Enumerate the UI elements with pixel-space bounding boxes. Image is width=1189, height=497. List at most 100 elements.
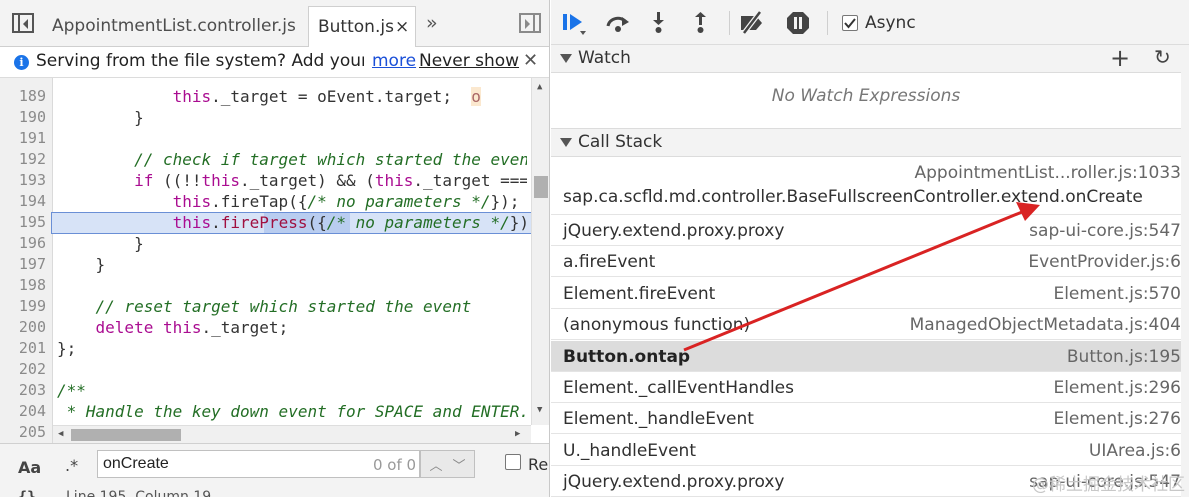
call-frame-location[interactable]: ManagedObjectMetadata.js:404 xyxy=(910,315,1181,335)
editor-tab-bar: AppointmentList.controller.js Button.js … xyxy=(0,0,549,47)
regex-button[interactable]: .* xyxy=(65,456,78,475)
line-number[interactable]: 205 xyxy=(0,422,46,443)
call-frame[interactable]: jQuery.extend.proxy.proxy sap-ui-core.js:… xyxy=(551,215,1181,246)
expand-triangle-icon[interactable] xyxy=(560,138,572,147)
call-frame[interactable]: sap.ca.scfld.md.controller.BaseFullscree… xyxy=(551,160,1181,215)
debugger-sidebar: Async Watch + ↻ No Watch Expressions Cal… xyxy=(551,0,1189,497)
line-number[interactable]: 198 xyxy=(0,275,46,296)
toggle-debugger-icon[interactable] xyxy=(519,13,541,33)
tab-appointmentlist-controller[interactable]: AppointmentList.controller.js xyxy=(40,6,308,47)
regex-checkbox-label: Re xyxy=(528,455,549,474)
sidebar-scrollbar[interactable] xyxy=(1181,46,1189,497)
code-line: } xyxy=(57,255,106,274)
code-line: * Handle the key down event for SPACE an… xyxy=(57,402,527,421)
call-frame[interactable]: a.fireEvent EventProvider.js:6 xyxy=(551,246,1181,278)
more-tabs-icon[interactable]: » xyxy=(426,12,438,34)
call-frame-location[interactable]: sap-ui-core.js:547 xyxy=(1029,221,1181,241)
line-number[interactable]: 202 xyxy=(0,359,46,380)
call-frame-location[interactable]: EventProvider.js:6 xyxy=(1028,252,1181,272)
code-line: } xyxy=(57,108,144,127)
search-next-icon[interactable]: ﹀ xyxy=(449,455,469,474)
line-number[interactable]: 194 xyxy=(0,191,46,212)
vertical-scrollbar[interactable]: ▲ ▼ xyxy=(531,78,549,425)
line-number[interactable]: 204 xyxy=(0,401,46,422)
line-number[interactable]: 192 xyxy=(0,149,46,170)
code-line: this.firePress({/* no parameters */}); xyxy=(172,213,527,232)
line-number[interactable]: 190 xyxy=(0,107,46,128)
line-number[interactable]: 201 xyxy=(0,338,46,359)
call-frame[interactable]: Element._handleEvent Element.js:276 xyxy=(551,403,1181,435)
line-number[interactable]: 197 xyxy=(0,254,46,275)
call-frame-location[interactable]: UIArea.js:6 xyxy=(1089,441,1181,461)
infobar-text: Serving from the file system? Add your f… xyxy=(36,51,364,71)
line-number[interactable]: 195 xyxy=(0,212,46,233)
call-frame[interactable]: U._handleEvent UIArea.js:6 xyxy=(551,435,1181,466)
call-frame[interactable]: Element._callEventHandles Element.js:296 xyxy=(551,372,1181,403)
match-case-button[interactable]: Aa xyxy=(18,458,41,477)
close-infobar-icon[interactable]: ✕ xyxy=(523,50,538,71)
scroll-up-icon[interactable]: ▲ xyxy=(537,82,542,92)
sources-panel: AppointmentList.controller.js Button.js … xyxy=(0,0,550,497)
step-into-icon[interactable] xyxy=(645,10,673,36)
call-frame-function: Element._callEventHandles xyxy=(563,378,795,398)
scrollbar-thumb[interactable] xyxy=(534,176,548,198)
call-frame[interactable]: Element.fireEvent Element.js:570 xyxy=(551,278,1181,309)
call-frame-location[interactable]: Button.js:195 xyxy=(1067,347,1181,367)
line-number[interactable]: 189 xyxy=(0,86,46,107)
horizontal-scrollbar[interactable]: ◀ ▶ xyxy=(53,425,531,443)
call-frame[interactable]: Button.ontap Button.js:195 xyxy=(551,340,1181,372)
pretty-print-icon[interactable]: {} xyxy=(18,488,36,497)
code-line: delete this._target; xyxy=(95,318,289,337)
watch-empty-text: No Watch Expressions xyxy=(771,86,961,106)
code-line: } xyxy=(57,234,144,253)
tab-label: AppointmentList.controller.js xyxy=(52,16,296,36)
call-frame-function: Element.fireEvent xyxy=(563,283,716,304)
scroll-left-icon[interactable]: ◀ xyxy=(58,429,63,439)
line-number[interactable]: 200 xyxy=(0,317,46,338)
info-icon: i xyxy=(14,55,29,70)
scroll-down-icon[interactable]: ▼ xyxy=(537,405,542,415)
step-over-icon[interactable] xyxy=(604,10,632,36)
pause-on-exceptions-icon[interactable] xyxy=(784,10,812,36)
search-input[interactable] xyxy=(97,450,420,478)
call-frame-function: jQuery.extend.proxy.proxy xyxy=(563,221,785,241)
line-number[interactable]: 191 xyxy=(0,128,46,149)
line-number[interactable]: 196 xyxy=(0,233,46,254)
close-tab-icon[interactable]: × xyxy=(395,7,409,47)
call-stack-section-header[interactable]: Call Stack xyxy=(551,128,1189,157)
call-frame-function: U._handleEvent xyxy=(563,440,696,461)
refresh-icon[interactable]: ↻ xyxy=(1154,45,1171,69)
deactivate-breakpoints-icon[interactable] xyxy=(738,10,766,36)
add-expression-icon[interactable]: + xyxy=(1110,44,1130,72)
async-label: Async xyxy=(865,13,916,33)
debugger-toolbar: Async xyxy=(551,0,1189,46)
call-frame-location[interactable]: AppointmentList...roller.js:1033 xyxy=(915,163,1182,183)
expand-triangle-icon[interactable] xyxy=(560,54,572,63)
resume-icon[interactable] xyxy=(560,10,588,36)
tab-button-js[interactable]: Button.js × xyxy=(308,6,416,47)
async-checkbox[interactable] xyxy=(842,15,858,31)
regex-checkbox[interactable] xyxy=(505,454,521,470)
line-number[interactable]: 199 xyxy=(0,296,46,317)
code-editor[interactable]: 189 190 191 192 193 194 195 196 197 198 199 200 201 2… xyxy=(0,78,549,443)
search-previous-icon[interactable]: ︿ xyxy=(426,455,446,474)
cursor-position: Line 195, Column 19 xyxy=(66,489,212,497)
line-number[interactable]: 203 xyxy=(0,380,46,401)
call-frame-location[interactable]: Element.js:570 xyxy=(1053,284,1181,304)
call-frame-location[interactable]: Element.js:276 xyxy=(1053,409,1181,429)
call-frame-location[interactable]: Element.js:296 xyxy=(1053,378,1181,398)
call-frame[interactable]: (anonymous function) ManagedObjectMetadat… xyxy=(551,309,1181,341)
step-out-icon[interactable] xyxy=(687,10,715,36)
toggle-navigator-icon[interactable] xyxy=(12,13,34,33)
more-link[interactable]: more xyxy=(372,51,416,71)
watch-section-header[interactable]: Watch + ↻ xyxy=(551,44,1189,73)
never-show-link[interactable]: Never show xyxy=(419,51,519,71)
call-stack-title: Call Stack xyxy=(578,132,663,152)
scroll-right-icon[interactable]: ▶ xyxy=(515,429,520,439)
scrollbar-thumb[interactable] xyxy=(71,429,181,441)
line-number[interactable]: 193 xyxy=(0,170,46,191)
line-number-gutter[interactable]: 189 190 191 192 193 194 195 196 197 198 199 200 201 2… xyxy=(0,78,53,443)
call-frame-function: Element._handleEvent xyxy=(563,409,754,430)
